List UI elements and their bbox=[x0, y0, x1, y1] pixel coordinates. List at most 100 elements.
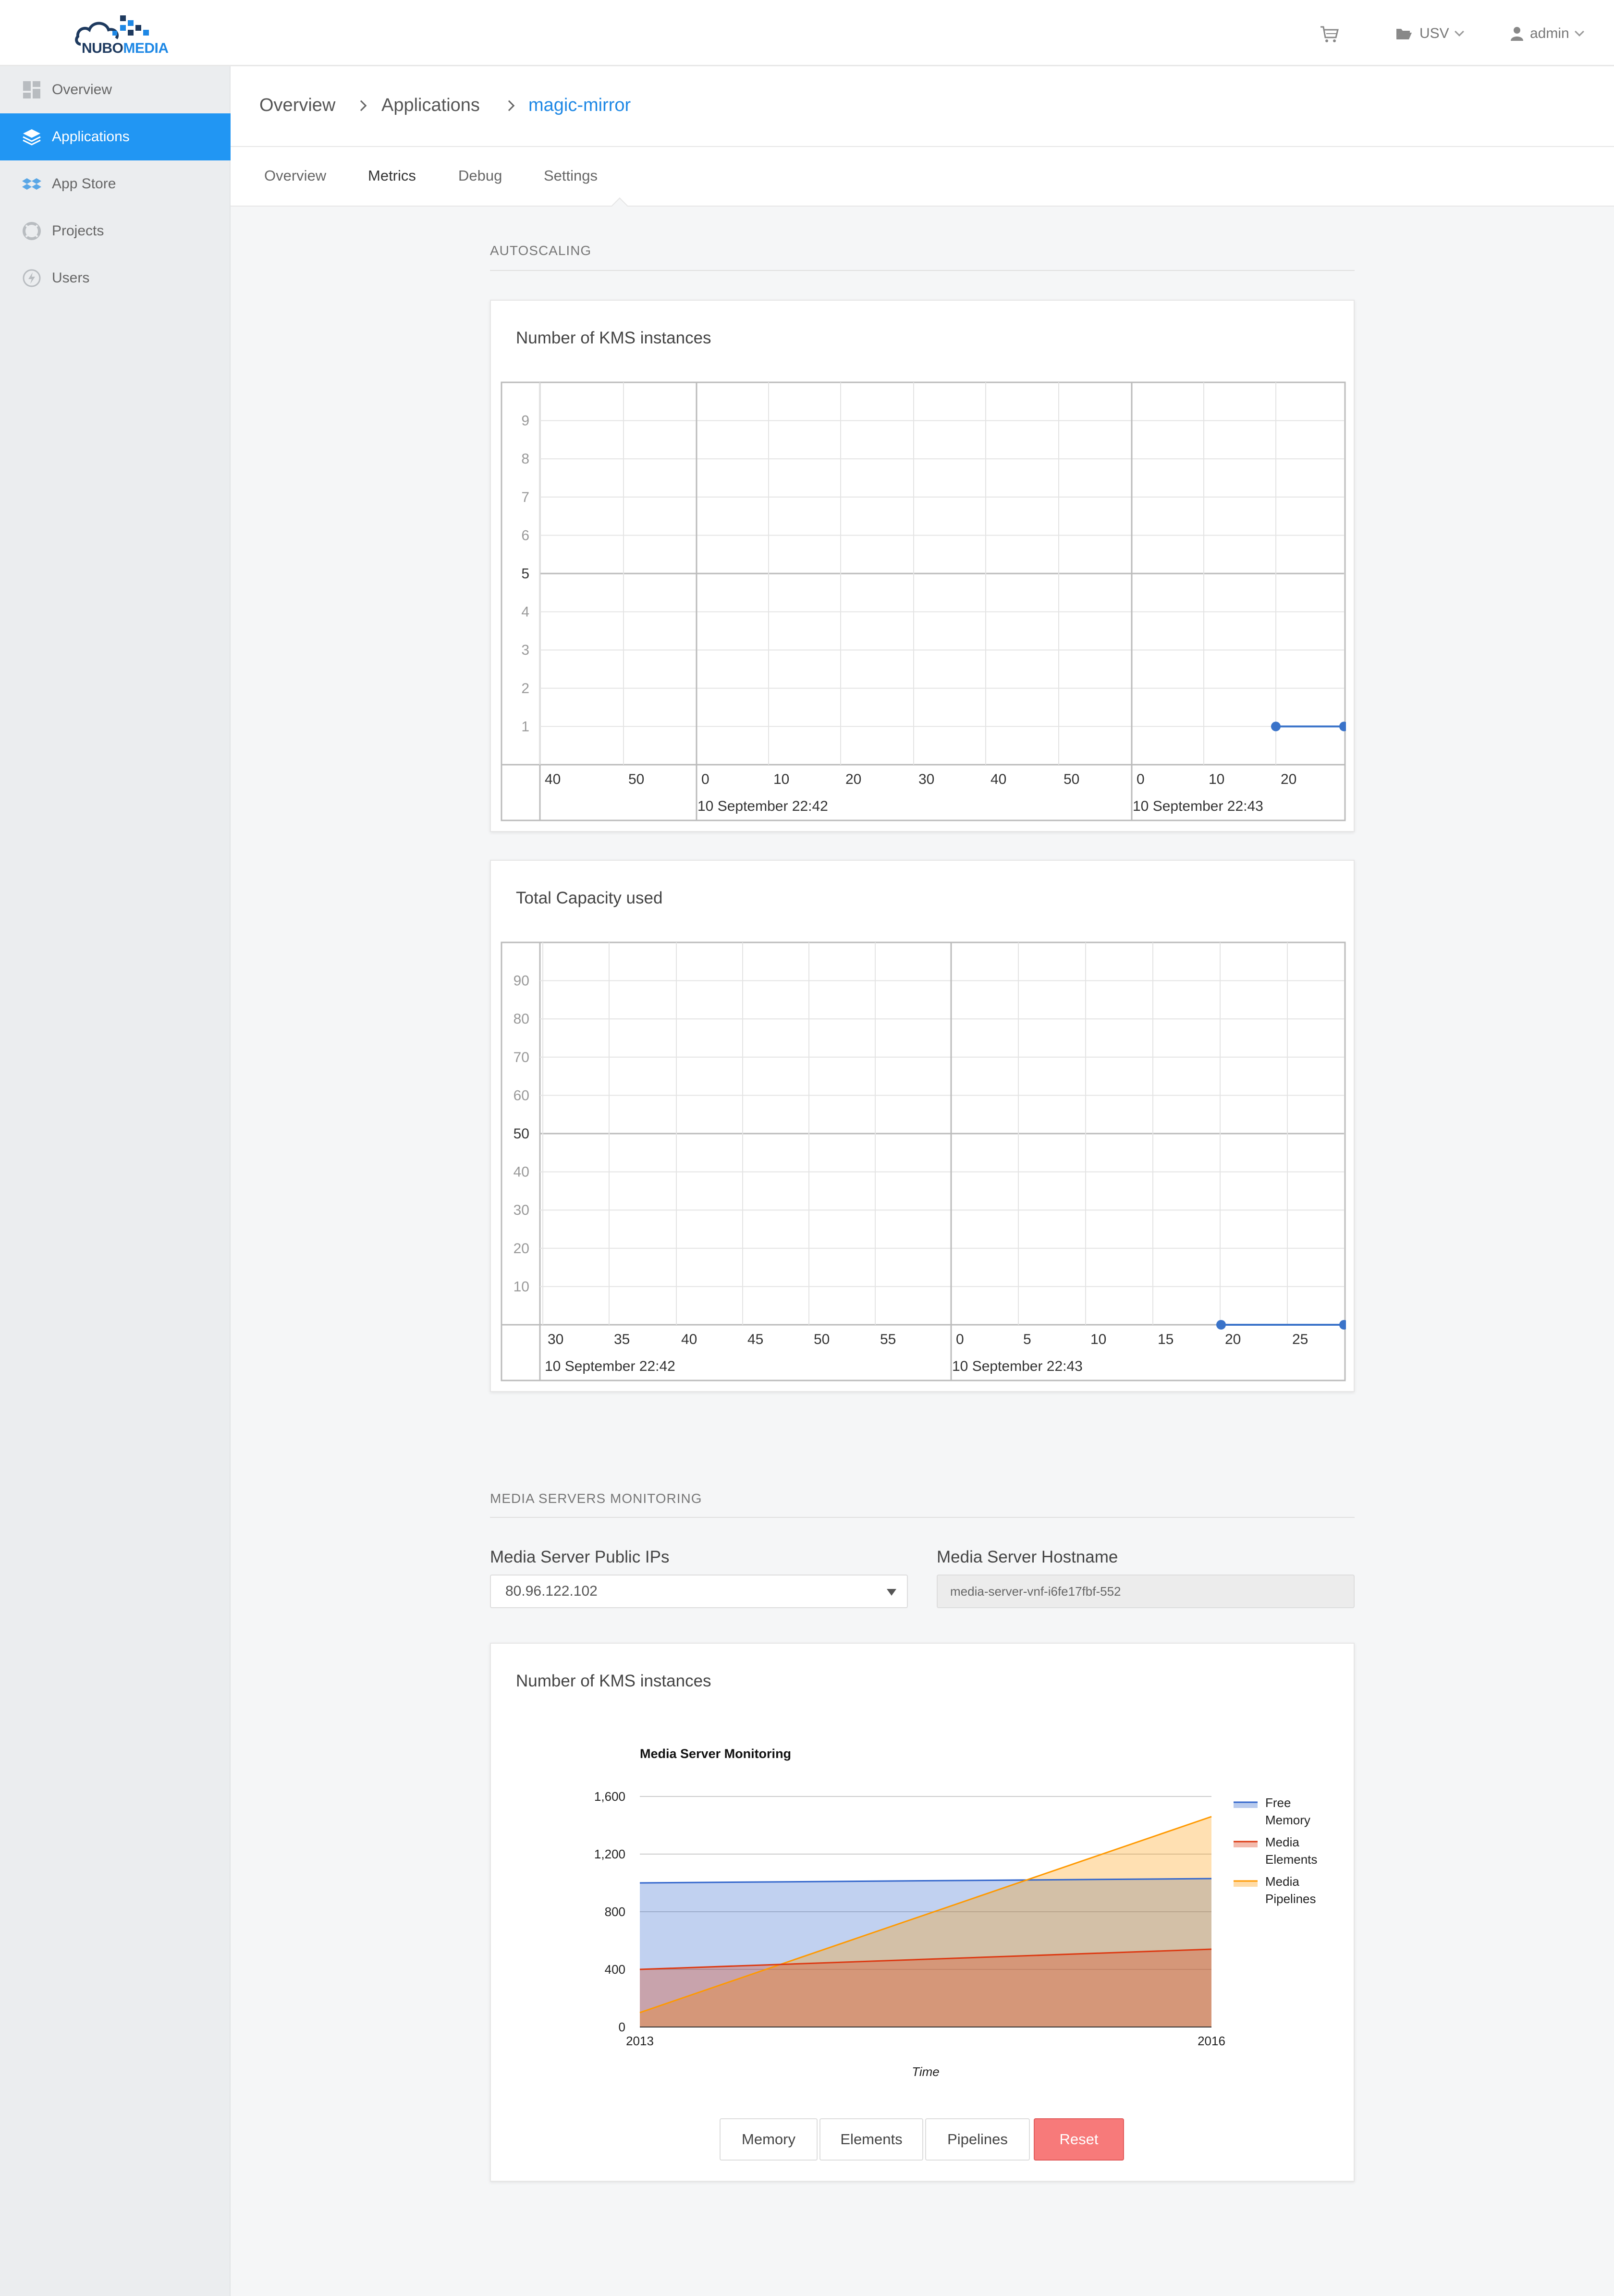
sidebar-item-projects[interactable]: Projects bbox=[0, 208, 231, 255]
x-tick-label: 40 bbox=[545, 771, 561, 787]
y-tick-label: 40 bbox=[514, 1164, 529, 1180]
user-icon bbox=[1511, 27, 1523, 41]
y-tick-label: 3 bbox=[521, 642, 529, 658]
plot-frame bbox=[501, 381, 1346, 821]
x-tick-label: 30 bbox=[548, 1331, 563, 1347]
breadcrumb: Overview Applications magic-mirror bbox=[231, 66, 1614, 147]
x-tick-label: 25 bbox=[1292, 1331, 1308, 1347]
plot-frame bbox=[501, 941, 1346, 1381]
y-tick-label: 80 bbox=[514, 1011, 529, 1027]
data-point bbox=[1216, 1320, 1226, 1330]
sidebar-item-users[interactable]: Users bbox=[0, 255, 231, 302]
monitoring-chart-title: Media Server Monitoring bbox=[640, 1746, 791, 1761]
y-tick-label: 1 bbox=[521, 719, 529, 734]
sidebar-item-label: Overview bbox=[52, 82, 112, 98]
chevron-right-icon bbox=[503, 100, 515, 111]
capacity-chart: 10 20 30 40 50 60 70 80 90 30 35 40 45 50 55 0 5 10 15 20 25… bbox=[501, 941, 1346, 1381]
media-server-monitoring-chart: Media Server Monitoring 0 400 800 1,200 1,600… bbox=[594, 1746, 1317, 2079]
x-tick-label: 5 bbox=[1023, 1331, 1031, 1347]
legend-label: Free bbox=[1265, 1795, 1291, 1810]
y-tick-label: 5 bbox=[521, 566, 529, 582]
y-tick-label: 400 bbox=[605, 1962, 625, 1977]
nubomedia-logo[interactable]: NUBOMEDIA bbox=[72, 11, 169, 57]
x-tick-label: 50 bbox=[628, 771, 644, 787]
legend-label: Media bbox=[1265, 1874, 1299, 1889]
x-tick-label: 2013 bbox=[626, 2034, 654, 2048]
hostname-value: media-server-vnf-i6fe17fbf-552 bbox=[950, 1584, 1121, 1599]
chevron-down-icon bbox=[1454, 27, 1464, 37]
lifebuoy-icon bbox=[23, 222, 41, 240]
cart-icon[interactable] bbox=[1319, 23, 1340, 44]
hostname-field-label: Media Server Hostname bbox=[937, 1548, 1118, 1566]
section-divider bbox=[490, 1517, 1355, 1518]
memory-button[interactable]: Memory bbox=[720, 2118, 818, 2161]
monitoring-card-title: Number of KMS instances bbox=[516, 1672, 711, 1690]
x-tick-label: 50 bbox=[814, 1331, 830, 1347]
x-tick-label: 50 bbox=[1064, 771, 1079, 787]
breadcrumb-current: magic-mirror bbox=[528, 95, 631, 115]
breadcrumb-overview[interactable]: Overview bbox=[259, 95, 335, 116]
monitoring-card: Number of KMS instances Media Server Mon… bbox=[490, 1643, 1355, 2182]
y-tick-label: 10 bbox=[514, 1279, 529, 1295]
x-tick-label: 20 bbox=[845, 771, 861, 787]
x-group-label: 10 September 22:43 bbox=[952, 1358, 1083, 1374]
project-selector[interactable]: USV bbox=[1395, 23, 1464, 44]
y-tick-label: 4 bbox=[521, 604, 529, 620]
dashboard-icon bbox=[23, 81, 40, 98]
tab-bar: Overview Metrics Debug Settings bbox=[231, 147, 1614, 214]
y-tick-label: 1,600 bbox=[594, 1789, 625, 1804]
x-tick-label: 20 bbox=[1225, 1331, 1241, 1347]
legend-label: Media bbox=[1265, 1835, 1299, 1849]
sidebar-item-label: App Store bbox=[52, 176, 116, 192]
ip-select[interactable]: 80.96.122.102 bbox=[490, 1575, 908, 1608]
x-group-label: 10 September 22:42 bbox=[545, 1358, 675, 1374]
x-tick-label: 40 bbox=[681, 1331, 697, 1347]
folder-open-icon bbox=[1396, 29, 1412, 39]
legend-swatch bbox=[1234, 1842, 1258, 1847]
section-divider bbox=[490, 270, 1355, 271]
x-group-label: 10 September 22:42 bbox=[697, 798, 828, 814]
sidebar-item-overview[interactable]: Overview bbox=[0, 66, 231, 113]
x-tick-label: 2016 bbox=[1198, 2034, 1225, 2048]
y-tick-label: 20 bbox=[514, 1241, 529, 1257]
x-axis-label: Time bbox=[912, 2064, 940, 2079]
user-menu[interactable]: admin bbox=[1511, 23, 1584, 44]
top-header: NUBOMEDIA USV admin bbox=[0, 0, 1614, 66]
sidebar-item-label: Projects bbox=[52, 223, 104, 239]
sidebar-item-applications[interactable]: Applications bbox=[0, 113, 231, 160]
chevron-right-icon bbox=[355, 100, 367, 111]
x-tick-label: 10 bbox=[773, 771, 789, 787]
project-selector-label: USV bbox=[1419, 25, 1449, 41]
pipelines-button[interactable]: Pipelines bbox=[925, 2118, 1030, 2161]
legend-label: Pipelines bbox=[1265, 1892, 1316, 1906]
sidebar-item-app-store[interactable]: App Store bbox=[0, 160, 231, 208]
tab-settings[interactable]: Settings bbox=[544, 167, 598, 184]
elements-button[interactable]: Elements bbox=[819, 2118, 923, 2161]
y-tick-label: 8 bbox=[521, 451, 529, 467]
dropbox-icon bbox=[22, 178, 41, 190]
reset-button[interactable]: Reset bbox=[1034, 2118, 1124, 2161]
tab-metrics[interactable]: Metrics bbox=[368, 167, 416, 184]
user-menu-label: admin bbox=[1530, 25, 1569, 41]
x-tick-label: 10 bbox=[1090, 1331, 1106, 1347]
capacity-chart-title: Total Capacity used bbox=[516, 889, 663, 907]
x-tick-label: 0 bbox=[701, 771, 709, 787]
caret-down-icon bbox=[887, 1589, 896, 1596]
legend-swatch bbox=[1234, 1802, 1258, 1808]
y-tick-label: 70 bbox=[514, 1050, 529, 1065]
x-tick-label: 35 bbox=[614, 1331, 630, 1347]
y-tick-label: 2 bbox=[521, 681, 529, 696]
legend-label: Memory bbox=[1265, 1813, 1310, 1827]
tab-debug[interactable]: Debug bbox=[458, 167, 502, 184]
hostname-field: media-server-vnf-i6fe17fbf-552 bbox=[937, 1575, 1355, 1608]
x-tick-label: 20 bbox=[1281, 771, 1296, 787]
ip-select-value: 80.96.122.102 bbox=[505, 1583, 598, 1599]
tab-overview[interactable]: Overview bbox=[264, 167, 326, 184]
x-tick-label: 0 bbox=[956, 1331, 964, 1347]
logo-text-media: MEDIA bbox=[123, 40, 169, 56]
breadcrumb-applications[interactable]: Applications bbox=[381, 95, 480, 116]
y-tick-label: 50 bbox=[514, 1126, 529, 1142]
x-tick-label: 10 bbox=[1209, 771, 1224, 787]
layers-icon bbox=[23, 129, 41, 146]
x-tick-label: 55 bbox=[880, 1331, 896, 1347]
